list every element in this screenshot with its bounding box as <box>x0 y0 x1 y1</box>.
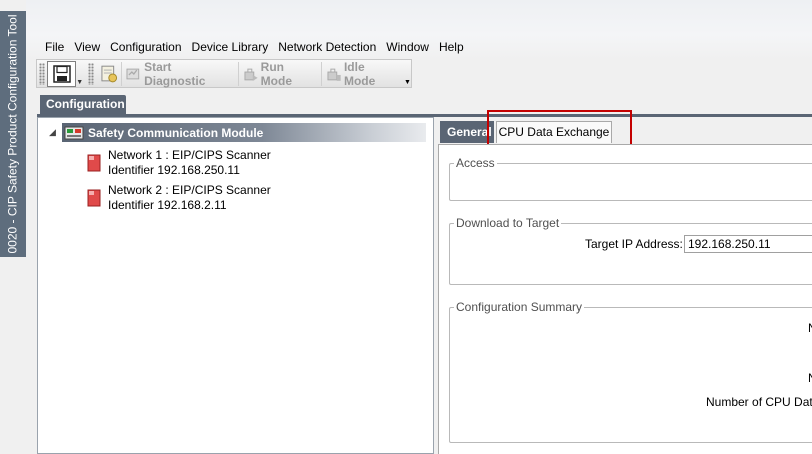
menu-file[interactable]: File <box>40 38 69 56</box>
menu-view[interactable]: View <box>69 38 105 56</box>
save-dropdown-arrow-icon[interactable]: ▼ <box>76 79 83 86</box>
summary-row-3-label: Number of CPU Data <box>706 395 812 409</box>
configuration-summary-title: Configuration Summary <box>454 300 585 314</box>
menu-network-detection[interactable]: Network Detection <box>273 38 381 56</box>
tree-root-item[interactable]: Safety Communication Module <box>62 123 426 142</box>
collapse-arrow-icon[interactable]: ◢ <box>49 127 61 138</box>
tab-general[interactable]: General <box>440 121 494 143</box>
start-diagnostic-label: Start Diagnostic <box>144 59 206 88</box>
save-icon <box>52 64 71 83</box>
target-ip-input[interactable]: 192.168.250.11 <box>684 235 812 253</box>
run-mode-button[interactable]: Run Mode <box>238 59 321 88</box>
toolbar-grip[interactable] <box>39 62 45 85</box>
configuration-summary-group: Configuration Summary N N Number of CPU … <box>449 300 812 443</box>
tree-root-label: Safety Communication Module <box>88 125 264 140</box>
network-1-identifier: Identifier 192.168.250.11 <box>108 163 240 177</box>
network-2-name: Network 2 : EIP/CIPS Scanner <box>108 183 271 197</box>
configuration-tab[interactable]: Configuration <box>40 95 126 114</box>
configuration-tree: ◢ Safety Communication Module Network 1 … <box>37 117 434 454</box>
summary-row-2-label: N <box>808 371 812 385</box>
save-button[interactable]: ▼ <box>46 60 83 87</box>
app-title: 0020 - CIP Safety Product Configuration … <box>6 14 21 254</box>
menu-bar: File View Configuration Device Library N… <box>40 38 469 56</box>
tree-node-network-1[interactable]: Network 1 : EIP/CIPS Scanner Identifier … <box>86 148 271 178</box>
menu-configuration[interactable]: Configuration <box>105 38 186 56</box>
download-group: Download to Target Target IP Address: 19… <box>449 216 812 285</box>
scanner-icon <box>87 154 101 172</box>
run-mode-icon <box>244 68 258 81</box>
idle-mode-button[interactable]: Idle Mode <box>321 59 402 88</box>
network-2-identifier: Identifier 192.168.2.11 <box>108 198 227 212</box>
module-icon <box>64 126 84 139</box>
network-1-name: Network 1 : EIP/CIPS Scanner <box>108 148 271 162</box>
scanner-icon <box>87 189 101 207</box>
start-diagnostic-button[interactable]: Start Diagnostic <box>121 59 238 88</box>
app-title-strip: 0020 - CIP Safety Product Configuration … <box>0 11 26 257</box>
toolbar: ▼ Start Diagnostic Run Mode Idle Mode ▼ <box>36 59 412 88</box>
tree-node-network-2[interactable]: Network 2 : EIP/CIPS Scanner Identifier … <box>86 183 271 213</box>
idle-mode-icon <box>327 68 341 81</box>
general-tab-content: Access Download to Target Target IP Addr… <box>438 144 812 454</box>
toolbar-overflow-arrow-icon[interactable]: ▼ <box>404 79 411 86</box>
access-group-title: Access <box>454 156 497 170</box>
summary-row-1-label: N <box>808 321 812 335</box>
target-ip-label: Target IP Address: <box>585 237 683 251</box>
menu-device-library[interactable]: Device Library <box>187 38 274 56</box>
config-document-icon[interactable] <box>99 64 119 84</box>
menu-window[interactable]: Window <box>381 38 434 56</box>
idle-mode-label: Idle Mode <box>343 59 376 88</box>
run-mode-label: Run Mode <box>260 59 292 88</box>
toolbar-grip-2[interactable] <box>88 62 94 85</box>
download-group-title: Download to Target <box>454 216 562 230</box>
properties-panel: General CPU Data Exchange Access Downloa… <box>438 110 812 454</box>
menu-help[interactable]: Help <box>434 38 469 56</box>
diagnostic-icon <box>126 68 140 79</box>
access-group: Access <box>449 156 812 201</box>
